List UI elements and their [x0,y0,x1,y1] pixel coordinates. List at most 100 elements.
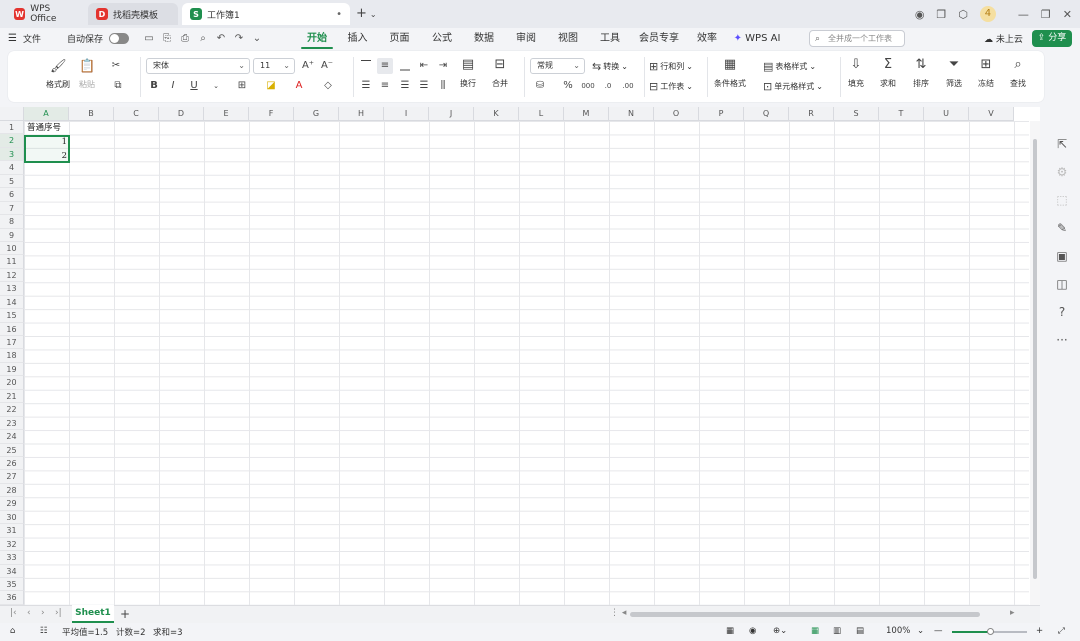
file-menu[interactable]: 文件 [23,32,41,45]
zoom-chevron-icon[interactable]: ⌄ [917,626,924,636]
zoom-level[interactable]: 100% [886,626,910,636]
row-header[interactable]: 4 [0,161,24,175]
row-header[interactable]: 24 [0,430,24,444]
sheet-tab[interactable]: Sheet1 [72,605,114,623]
page-layout-icon[interactable]: ▥ [833,626,841,636]
column-header[interactable]: B [69,107,114,121]
column-header[interactable]: N [609,107,654,121]
row-header[interactable]: 28 [0,483,24,498]
filter-button[interactable]: ⏷ 筛选 [946,57,962,89]
column-header[interactable]: G [294,107,339,121]
row-header[interactable]: 36 [0,591,24,605]
column-header[interactable]: E [204,107,249,121]
tab-data[interactable]: 数据 [463,30,505,48]
worksheet-button[interactable]: ⊟ 工作表 ⌄ [649,80,693,93]
save-icon[interactable]: ▭ [143,33,155,45]
book-icon[interactable]: ◫ [1054,276,1070,292]
row-header[interactable]: 1 [0,121,24,135]
align-middle-icon[interactable]: ≡ [377,58,393,74]
row-header[interactable]: 2 [0,134,24,148]
align-top-icon[interactable]: ⎺ [358,58,374,74]
merge-button[interactable]: ⊟ 合并 [492,57,508,89]
decrease-decimal-icon[interactable]: .00 [620,78,636,94]
table-style-button[interactable]: ▤ 表格样式 ⌄ [763,60,816,73]
sort-button[interactable]: ⇅ 排序 [913,57,929,89]
row-header[interactable]: 31 [0,524,24,538]
align-bottom-icon[interactable]: ⎽ [397,58,413,74]
currency-icon[interactable]: ⛁ [532,78,548,94]
justify-icon[interactable]: ☰ [416,78,432,94]
font-size-select[interactable]: 11 ⌄ [253,58,295,74]
customize-chevron-icon[interactable]: ⌄ [251,33,263,45]
column-header[interactable]: R [789,107,834,121]
freeze-button[interactable]: ⊞ 冻结 [978,57,994,89]
row-header[interactable]: 3 [0,147,24,162]
macro-icon[interactable]: ⌂ [10,626,15,636]
tab-wps-ai[interactable]: ✦ WPS AI [727,30,787,48]
tab-member[interactable]: 会员专享 [631,30,687,48]
column-header[interactable]: H [339,107,384,121]
column-header[interactable]: C [114,107,159,121]
tab-page[interactable]: 页面 [378,30,421,48]
number-format-select[interactable]: 常规 ⌄ [530,58,585,74]
row-header[interactable]: 10 [0,241,24,256]
row-header[interactable]: 5 [0,174,24,189]
wrap-text-button[interactable]: ▤ 换行 [460,57,476,89]
row-header[interactable]: 16 [0,322,24,337]
menu-hamburger-icon[interactable]: ☰ [8,33,17,44]
row-header[interactable]: 12 [0,268,24,283]
find-button[interactable]: ⌕ 查找 [1010,57,1026,89]
clear-format-icon[interactable]: ◇ [320,78,336,94]
column-header[interactable]: L [519,107,564,121]
normal-view-icon[interactable]: ▦ [811,626,819,636]
first-sheet-icon[interactable]: |‹ [10,608,17,618]
font-color-icon[interactable]: A [291,78,307,94]
row-header[interactable]: 33 [0,551,24,565]
image-edit-icon[interactable]: ▣ [1054,248,1070,264]
scroll-left-icon[interactable]: ⋮ ◂ [610,608,626,618]
format-painter-button[interactable]: 🖌 格式刷 [46,59,70,90]
cube-icon[interactable]: ⬡ [958,8,968,21]
column-header[interactable]: F [249,107,294,121]
crop-icon[interactable]: ⬚ [1054,192,1070,208]
column-header[interactable]: S [834,107,879,121]
decrease-font-icon[interactable]: A⁻ [319,58,335,74]
column-header[interactable]: K [474,107,519,121]
row-header[interactable]: 7 [0,201,24,216]
window-switch-icon[interactable]: ❐ [936,8,946,21]
fill-button[interactable]: ⇩ 填充 [848,57,864,89]
page-break-icon[interactable]: ▤ [856,626,864,636]
cell-a1[interactable]: 普通序号 [27,122,61,135]
increase-indent-icon[interactable]: ⇥ [435,58,451,74]
tab-insert[interactable]: 插入 [337,30,378,48]
row-header[interactable]: 11 [0,255,24,269]
cell-style-button[interactable]: ⊡ 单元格样式 ⌄ [763,80,823,93]
tab-tools[interactable]: 工具 [589,30,631,48]
thousands-icon[interactable]: 000 [580,78,596,94]
search-input[interactable]: ⌕ 全并成一个工作表 [809,30,905,47]
row-header[interactable]: 19 [0,362,24,377]
row-header[interactable]: 30 [0,510,24,525]
increase-decimal-icon[interactable]: .0 [600,78,616,94]
share-button[interactable]: ⇪ 分享 [1032,30,1072,47]
eye-protection-icon[interactable]: ◉ [749,626,756,636]
column-header[interactable]: V [969,107,1014,121]
cut-icon[interactable]: ✂ [108,58,124,74]
autosave-toggle[interactable] [109,33,129,44]
row-header[interactable]: 14 [0,295,24,310]
close-window-icon[interactable]: ✕ [1063,8,1072,21]
tab-workbook1[interactable]: S 工作簿1 • [182,3,350,25]
next-sheet-icon[interactable]: › [41,608,45,618]
sum-button[interactable]: Σ 求和 [880,57,896,89]
close-tab-icon[interactable]: • [336,9,342,20]
column-header[interactable]: A [24,107,69,121]
horizontal-scrollbar[interactable] [630,612,980,617]
scroll-right-icon[interactable]: ▸ [1010,608,1015,618]
row-header[interactable]: 17 [0,336,24,350]
restore-icon[interactable]: ❐ [1041,8,1051,21]
align-center-icon[interactable]: ≡ [377,78,393,94]
fill-color-icon[interactable]: ◪ [263,78,279,94]
tab-docer-templates[interactable]: D 找稻壳模板 [88,3,178,25]
select-all-corner[interactable] [0,107,24,121]
row-header[interactable]: 9 [0,228,24,242]
